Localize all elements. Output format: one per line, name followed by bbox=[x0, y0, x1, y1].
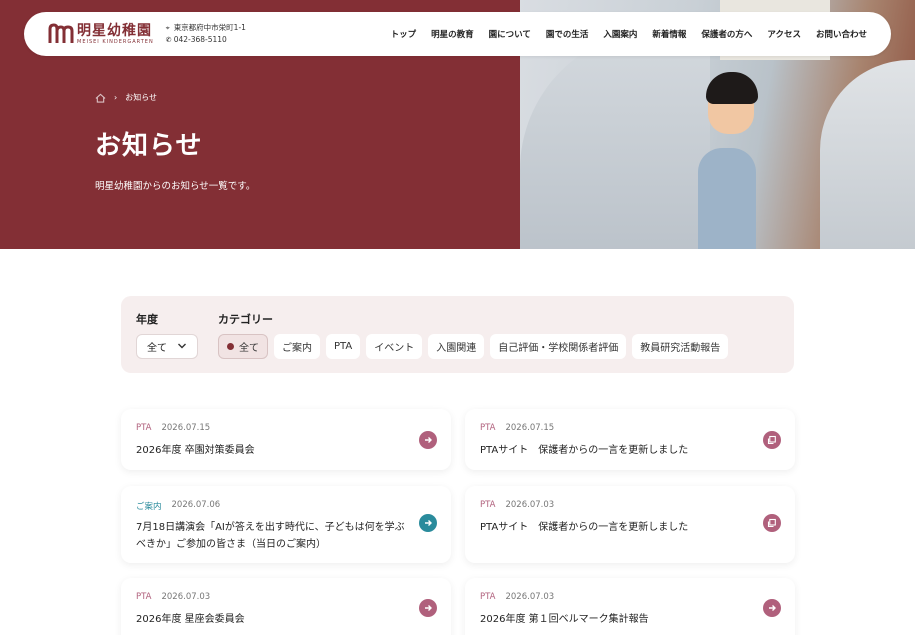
site-logo[interactable]: 明星幼稚園 MEISEI KINDERGARTEN bbox=[48, 23, 154, 45]
phone-icon: ✆ bbox=[165, 36, 172, 44]
page-description: 明星幼稚園からのお知らせ一覧です。 bbox=[95, 181, 256, 192]
news-card[interactable]: PTA 2026.07.03 PTAサイト 保護者からの一言を更新しました bbox=[465, 486, 795, 563]
arrow-right-icon[interactable] bbox=[763, 599, 781, 617]
chevron-down-icon bbox=[178, 343, 186, 349]
address: 東京都府中市栄町1-1 bbox=[173, 23, 246, 32]
news-date: 2026.07.03 bbox=[505, 592, 555, 602]
news-category: PTA bbox=[480, 423, 496, 433]
phone-number[interactable]: 042-368-5110 bbox=[174, 35, 227, 44]
logo-name: 明星幼稚園 bbox=[77, 22, 152, 39]
category-chip-all[interactable]: 全て bbox=[218, 334, 268, 359]
category-chip-admission[interactable]: 入園関連 bbox=[428, 334, 485, 359]
arrow-right-icon[interactable] bbox=[419, 599, 437, 617]
nav-parents[interactable]: 保護者の方へ bbox=[701, 28, 752, 40]
category-chip-research[interactable]: 教員研究活動報告 bbox=[632, 334, 729, 359]
news-card[interactable]: ご案内 2026.07.06 7月18日講演会「AIが答えを出す時代に、子どもは何… bbox=[121, 486, 451, 563]
nav-contact[interactable]: お問い合わせ bbox=[816, 28, 867, 40]
news-card[interactable]: PTA 2026.07.03 2026年度 第１回ベルマーク集計報告 bbox=[465, 578, 795, 635]
news-category: PTA bbox=[136, 592, 152, 602]
page-title: お知らせ bbox=[95, 131, 203, 161]
news-category: PTA bbox=[480, 500, 496, 510]
nav-top[interactable]: トップ bbox=[391, 28, 417, 40]
filter-panel: 年度 カテゴリー 全て 全て ご案内 PTA イベント 入園関連 自己評価・学校… bbox=[121, 296, 794, 373]
year-label: 年度 bbox=[136, 313, 158, 326]
nav-education[interactable]: 明星の教育 bbox=[431, 28, 474, 40]
news-title: 2026年度 星座会委員会 bbox=[136, 614, 245, 625]
news-title: 2026年度 第１回ベルマーク集計報告 bbox=[480, 614, 649, 625]
category-label: カテゴリー bbox=[218, 313, 273, 326]
breadcrumb-current: お知らせ bbox=[125, 93, 158, 102]
arrow-right-icon[interactable] bbox=[419, 514, 437, 532]
news-card[interactable]: PTA 2026.07.15 PTAサイト 保護者からの一言を更新しました bbox=[465, 409, 795, 470]
category-chip-event[interactable]: イベント bbox=[366, 334, 423, 359]
category-chip-evaluation[interactable]: 自己評価・学校関係者評価 bbox=[490, 334, 627, 359]
news-date: 2026.07.06 bbox=[171, 500, 221, 510]
home-icon[interactable] bbox=[95, 93, 106, 103]
active-dot-icon bbox=[227, 343, 234, 350]
news-date: 2026.07.15 bbox=[505, 423, 555, 433]
nav-admission[interactable]: 入園案内 bbox=[603, 28, 637, 40]
category-chip-info[interactable]: ご案内 bbox=[274, 334, 320, 359]
nav-about[interactable]: 園について bbox=[489, 28, 531, 40]
news-card[interactable]: PTA 2026.07.15 2026年度 卒園対策委員会 bbox=[121, 409, 451, 470]
news-category: PTA bbox=[480, 592, 496, 602]
news-title: 7月18日講演会「AIが答えを出す時代に、子どもは何を学ぶべきか」ご参加の皆さま… bbox=[136, 522, 405, 550]
news-title: PTAサイト 保護者からの一言を更新しました bbox=[480, 445, 689, 456]
external-link-icon[interactable] bbox=[763, 514, 781, 532]
arrow-right-icon[interactable] bbox=[419, 431, 437, 449]
nav-life[interactable]: 園での生活 bbox=[546, 28, 589, 40]
news-title: PTAサイト 保護者からの一言を更新しました bbox=[480, 522, 689, 533]
category-chip-pta[interactable]: PTA bbox=[326, 334, 361, 359]
location-pin-icon: ⌖ bbox=[165, 24, 170, 32]
news-date: 2026.07.03 bbox=[161, 592, 211, 602]
logo-mark-icon bbox=[48, 23, 74, 43]
news-card[interactable]: PTA 2026.07.03 2026年度 星座会委員会 bbox=[121, 578, 451, 635]
breadcrumb: › お知らせ bbox=[95, 92, 157, 103]
external-link-icon[interactable] bbox=[763, 431, 781, 449]
logo-subtitle: MEISEI KINDERGARTEN bbox=[77, 38, 154, 45]
news-date: 2026.07.15 bbox=[161, 423, 211, 433]
main-nav: トップ 明星の教育 園について 園での生活 入園案内 新着情報 保護者の方へ ア… bbox=[391, 28, 867, 40]
news-title: 2026年度 卒園対策委員会 bbox=[136, 445, 255, 456]
news-category: ご案内 bbox=[136, 502, 162, 512]
contact-info: ⌖ 東京都府中市栄町1-1 ✆ 042-368-5110 bbox=[166, 22, 246, 46]
news-date: 2026.07.03 bbox=[505, 500, 555, 510]
year-select[interactable]: 全て bbox=[136, 334, 198, 359]
site-header: 明星幼稚園 MEISEI KINDERGARTEN ⌖ 東京都府中市栄町1-1 ✆… bbox=[24, 12, 891, 56]
year-select-value: 全て bbox=[147, 343, 167, 354]
news-category: PTA bbox=[136, 423, 152, 433]
nav-access[interactable]: アクセス bbox=[767, 28, 801, 40]
nav-news[interactable]: 新着情報 bbox=[652, 28, 686, 40]
category-chips: 全て ご案内 PTA イベント 入園関連 自己評価・学校関係者評価 教員研究活動… bbox=[218, 334, 729, 359]
breadcrumb-separator-icon: › bbox=[114, 93, 118, 102]
